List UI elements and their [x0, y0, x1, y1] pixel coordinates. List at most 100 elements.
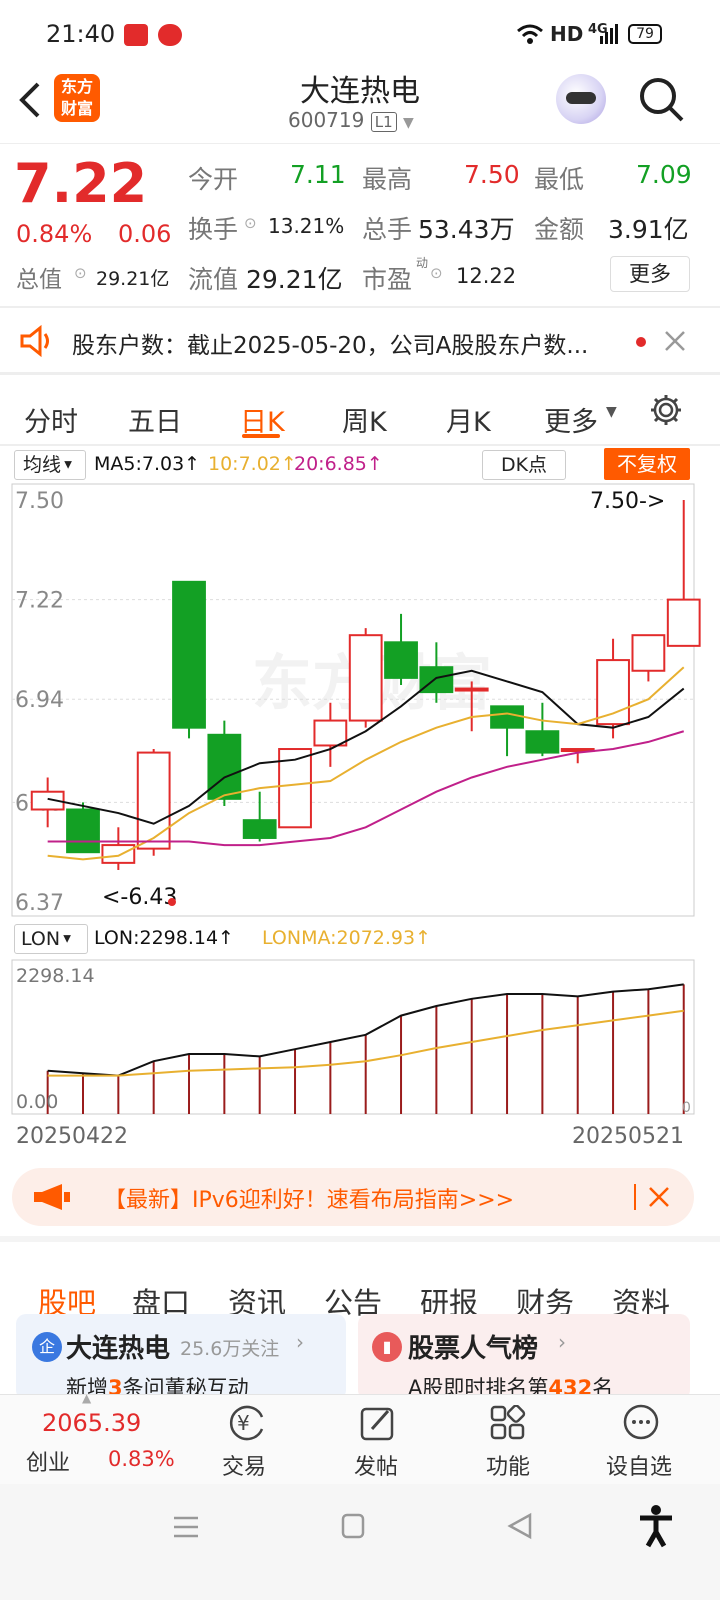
max-price-label: 7.50->: [590, 489, 665, 514]
title-bar: 东方 财富 大连热电 600719 L1 ▼: [0, 64, 720, 144]
add-watchlist-icon[interactable]: [622, 1403, 660, 1441]
indicator-selector-label: 均线: [23, 454, 62, 476]
back-nav-icon[interactable]: [506, 1512, 534, 1540]
sub-indicator-label: LON: [21, 928, 61, 950]
functions-label[interactable]: 功能: [486, 1449, 530, 1481]
settings-gear-icon[interactable]: [648, 392, 684, 428]
tab-monthly-k[interactable]: 月K: [446, 400, 491, 439]
quote-panel: 7.22 0.84% 0.06 总值 ⊙ 29.21亿 今开 7.11 最高 7…: [0, 144, 720, 306]
ma20-value: 20:6.85↑: [294, 453, 383, 475]
candle-body: [454, 687, 489, 692]
wifi-icon: [517, 24, 543, 44]
forum-card[interactable]: 企 大连热电 25.6万关注 › 新增3条问董秘互动: [16, 1314, 346, 1400]
unread-dot: [636, 337, 646, 347]
popularity-card[interactable]: ▮ 股票人气榜 › A股即时排名第432名: [358, 1314, 690, 1400]
forum-card-title: 大连热电: [66, 1334, 171, 1364]
lon-lines: [47, 983, 684, 1077]
lon-top-label: 2298.14: [16, 965, 95, 987]
watchlist-label[interactable]: 设自选: [606, 1449, 672, 1481]
trade-label[interactable]: 交易: [222, 1449, 266, 1481]
network-type: HD: [550, 22, 584, 46]
robot-assistant-icon[interactable]: [556, 74, 606, 124]
tab-intraday[interactable]: 分时: [24, 400, 78, 439]
y-axis-label: 6.94: [15, 688, 64, 713]
stock-code: 600719: [288, 108, 365, 132]
tab-5day[interactable]: 五日: [128, 400, 182, 439]
y-axis-label: 6.37: [15, 891, 64, 916]
open-label: 今开: [188, 165, 239, 194]
low-label: 最低: [534, 165, 585, 194]
banner-divider: [634, 1184, 636, 1210]
candle-body: [101, 844, 136, 864]
high-label: 最高: [362, 165, 413, 194]
ranking-chart-icon: ▮: [372, 1332, 402, 1362]
status-time: 21:40: [46, 20, 116, 48]
date-end: 20250521: [572, 1124, 684, 1149]
notice-bar[interactable]: 股东户数：截止2025-05-20，公司A股股东户数...: [0, 310, 720, 372]
dk-point-button[interactable]: DK点: [482, 450, 566, 480]
amount-value: 3.91亿: [608, 215, 689, 244]
promo-banner[interactable]: 【最新】IPv6迎利好！速看布局指南>>>: [12, 1168, 694, 1226]
lon-bottom-label: 0.00: [16, 1091, 58, 1113]
ma-legend-bar: 均线 ▼ MA5:7.03↑ 10:7.02↑ 20:6.85↑ DK点 不复权: [0, 448, 720, 482]
index-value[interactable]: 2065.39: [42, 1409, 141, 1437]
forum-follow-count: 25.6万关注: [180, 1338, 280, 1360]
post-label[interactable]: 发帖: [354, 1449, 398, 1481]
last-price: 7.22: [14, 152, 148, 215]
pe-info-icon[interactable]: ⊙: [430, 264, 443, 282]
candle-body: [242, 819, 277, 839]
functions-grid-icon[interactable]: [490, 1405, 526, 1441]
turnover-label: 换手: [188, 215, 239, 244]
stock-code-row[interactable]: 600719 L1 ▼: [288, 108, 414, 132]
more-button[interactable]: 更多: [610, 256, 690, 292]
accessibility-icon[interactable]: [636, 1504, 676, 1548]
candle-body: [207, 733, 242, 800]
search-icon[interactable]: [638, 76, 686, 124]
candle-body: [419, 666, 454, 694]
divider: [0, 306, 720, 308]
min-price-label: <-6.43: [102, 885, 177, 910]
adjust-type-button[interactable]: 不复权: [604, 448, 690, 480]
index-name[interactable]: 创业: [26, 1445, 70, 1477]
lon-right-label: 0: [682, 1100, 691, 1116]
candle-body: [136, 751, 171, 850]
tab-weekly-k[interactable]: 周K: [342, 400, 387, 439]
lonma-value: LONMA:2072.93↑: [262, 927, 432, 949]
trade-yen-icon[interactable]: ¥: [226, 1403, 268, 1443]
close-icon[interactable]: [648, 1186, 670, 1208]
volume-value: 53.43万: [418, 215, 515, 244]
level-badge: L1: [370, 112, 397, 132]
amount-label: 金额: [534, 215, 585, 244]
chevron-right-icon: ›: [296, 1330, 304, 1354]
kline-candles: [30, 500, 701, 870]
change-pct: 0.84%: [16, 220, 93, 248]
turnover-info-icon[interactable]: ⊙: [244, 214, 257, 232]
tab-more[interactable]: 更多: [544, 400, 598, 439]
home-icon[interactable]: [340, 1512, 366, 1540]
status-bar: 21:40 HD 4G 79: [0, 0, 720, 64]
edit-post-icon[interactable]: [360, 1405, 396, 1441]
kline-chart[interactable]: 东方财富 7.507.226.946.656.37 7.50-> <-6.43: [11, 483, 701, 917]
y-axis-label: 7.50: [15, 489, 64, 514]
open-value: 7.11: [290, 160, 346, 189]
ma10-value: 10:7.02↑: [208, 453, 297, 475]
lon-legend-bar: LON ▼ LON:2298.14↑ LONMA:2072.93↑: [0, 922, 720, 956]
index-change[interactable]: 0.83%: [108, 1447, 175, 1471]
chevron-down-icon: ▼: [402, 115, 414, 131]
sub-indicator-selector[interactable]: LON ▼: [14, 924, 88, 954]
candle-body: [666, 598, 701, 647]
chevron-up-icon[interactable]: ▲: [82, 1391, 91, 1405]
info-icon[interactable]: ⊙: [74, 264, 87, 282]
close-icon[interactable]: [664, 330, 686, 352]
chevron-down-icon: ▼: [60, 933, 71, 945]
divider: [0, 1236, 720, 1242]
candle-body: [384, 641, 418, 679]
menu-icon[interactable]: [172, 1514, 200, 1540]
lon-chart[interactable]: 2298.14 0.00 0: [11, 959, 695, 1116]
lon-value: LON:2298.14↑: [94, 927, 234, 949]
indicator-selector[interactable]: 均线 ▼: [14, 450, 86, 480]
speaker-icon: [20, 324, 49, 358]
battery-level: 79: [636, 26, 654, 42]
notice-text: 股东户数：截止2025-05-20，公司A股股东户数...: [72, 333, 589, 359]
candle-body: [66, 808, 100, 854]
